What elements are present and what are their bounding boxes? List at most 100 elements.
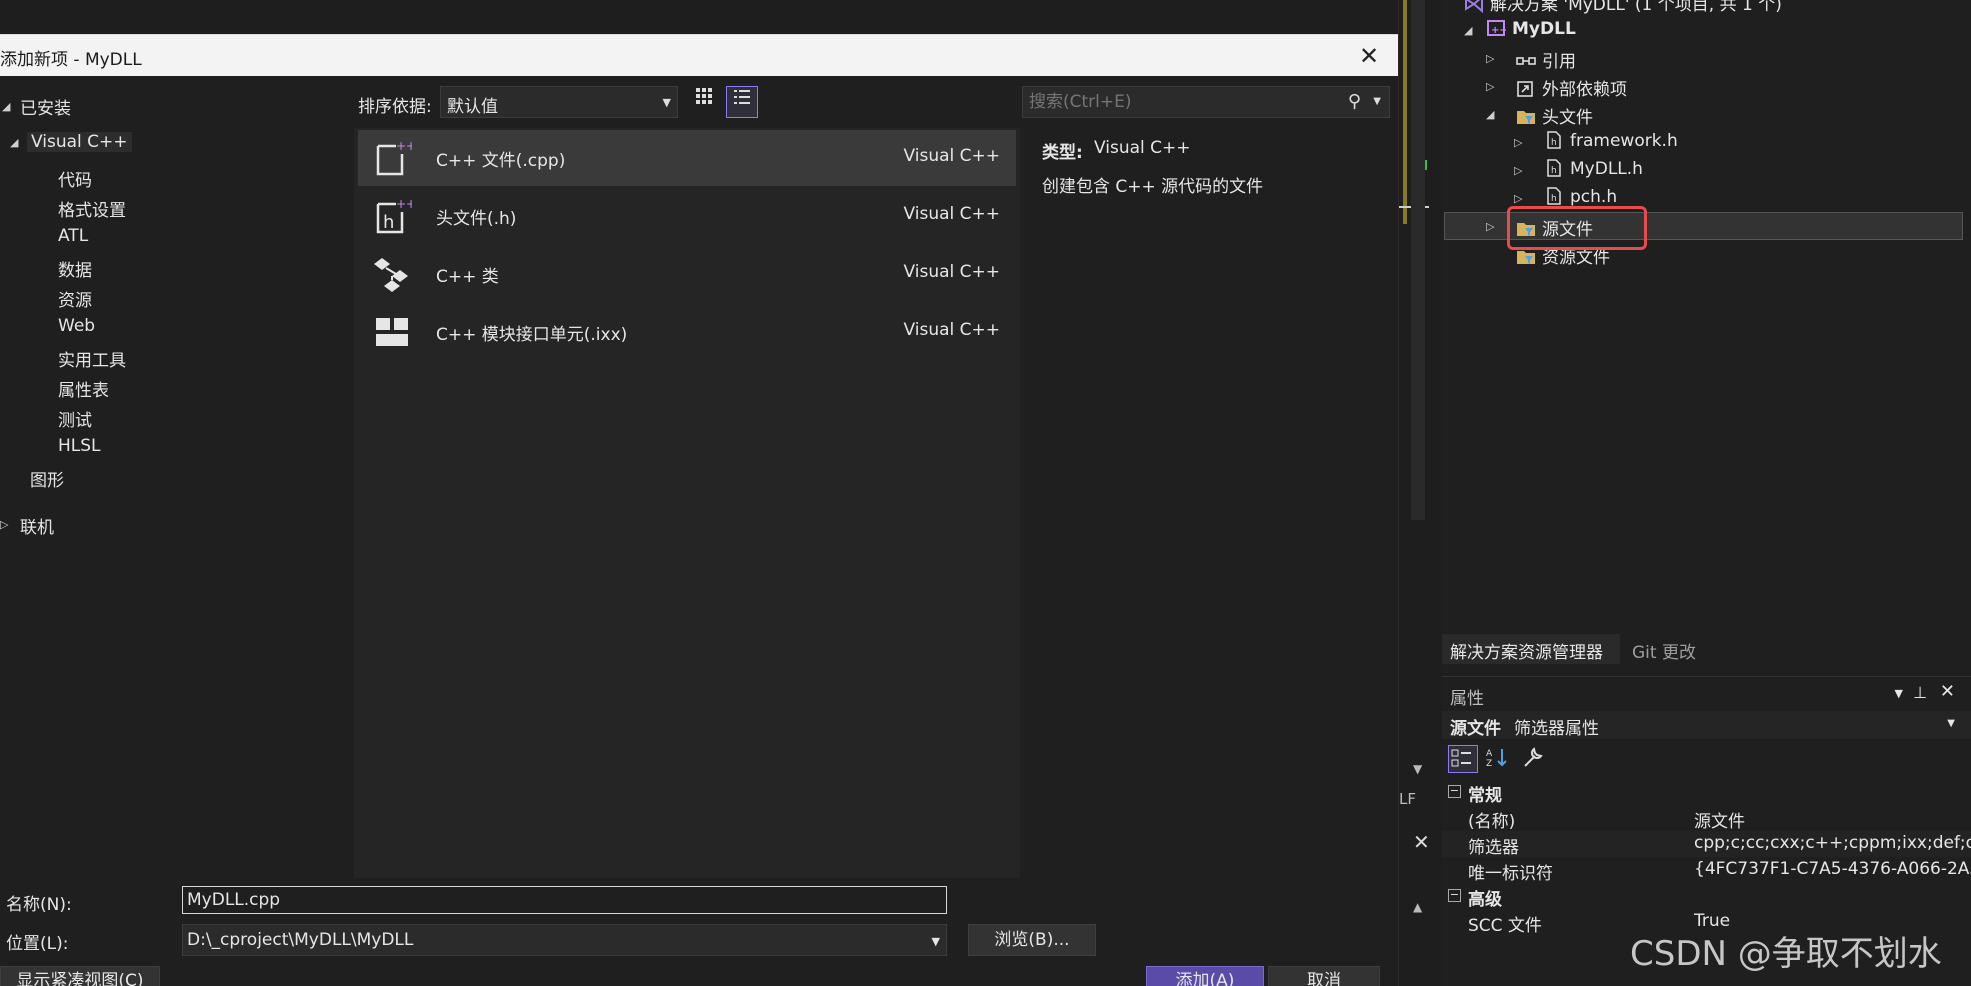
cpp-class-icon [374, 258, 408, 292]
sort-dropdown[interactable]: 默认值 ▼ [440, 86, 678, 118]
expanded-arrow-icon[interactable]: ◢ [2, 100, 10, 113]
category-general[interactable]: − 常规 [1442, 779, 1971, 806]
name-input[interactable] [182, 886, 947, 914]
properties-object-selector[interactable]: 源文件 筛选器属性 ▼ [1442, 711, 1971, 739]
tree-item-resource[interactable]: 资源 [58, 286, 92, 311]
editor-scrollbar[interactable] [1411, 0, 1425, 520]
solution-icon [1465, 0, 1483, 13]
filter-folder-icon [1517, 251, 1535, 264]
scroll-down-icon[interactable]: ▼ [1413, 762, 1422, 776]
tree-item-formatting[interactable]: 格式设置 [58, 196, 126, 221]
svg-text:++: ++ [1491, 25, 1506, 36]
tree-item-test[interactable]: 测试 [58, 406, 92, 431]
property-value[interactable]: cpp;c;cc;cxx;c++;cppm;ixx;def;odl;idl;hp… [1694, 833, 1971, 853]
editor-change-bar [1403, 0, 1407, 224]
search-input[interactable] [1029, 90, 1329, 114]
collapsed-arrow-icon[interactable]: ▷ [0, 518, 8, 531]
tree-item-data[interactable]: 数据 [58, 256, 92, 281]
expanded-arrow-icon[interactable]: ◢ [10, 136, 18, 149]
template-name: C++ 文件(.cpp) [436, 151, 566, 171]
mydll-h-node[interactable]: h MyDLL.h [1544, 159, 1643, 179]
template-name: 头文件(.h) [436, 209, 517, 229]
header-file-icon: h [1547, 159, 1561, 177]
property-row-name[interactable]: (名称) 源文件 [1442, 805, 1971, 832]
collapse-toggle-icon[interactable]: − [1448, 785, 1461, 798]
property-value[interactable]: {4FC737F1-C7A5-4376-A066-2A32D752A2FF} [1694, 859, 1971, 879]
pin-icon[interactable]: ⊥ [1913, 683, 1927, 702]
search-icon[interactable]: ⚲ [1348, 91, 1361, 112]
solution-node[interactable]: 解决方案 'MyDLL' (1 个项目, 共 1 个) [1464, 0, 1782, 15]
project-node[interactable]: ++ MyDLL [1486, 19, 1576, 39]
collapse-toggle-icon[interactable]: − [1448, 889, 1461, 902]
pch-h-node[interactable]: h pch.h [1544, 187, 1617, 207]
property-row-unique-id[interactable]: 唯一标识符 {4FC737F1-C7A5-4376-A066-2A32D752A… [1442, 857, 1971, 884]
header-files-node[interactable]: 头文件 [1516, 103, 1593, 128]
collapsed-arrow-icon[interactable]: ▷ [1514, 136, 1522, 149]
cancel-button[interactable]: 取消 [1268, 966, 1380, 986]
cpp-file-icon: ++ [376, 139, 412, 176]
tab-solution-explorer[interactable]: 解决方案资源管理器 [1450, 638, 1603, 663]
compact-view-button[interactable]: 显示紧凑视图(C) [0, 966, 160, 986]
grid-view-icon[interactable] [688, 86, 720, 118]
chevron-down-icon[interactable]: ▼ [1373, 96, 1381, 107]
mydll-h-label: MyDLL.h [1570, 159, 1643, 179]
template-item-cpp-class[interactable]: C++ 类 Visual C++ [358, 246, 1016, 302]
header-file-icon: h [1547, 131, 1561, 149]
references-icon [1516, 57, 1536, 65]
collapsed-arrow-icon[interactable]: ▷ [1486, 52, 1494, 65]
property-pages-icon[interactable] [1520, 745, 1550, 773]
template-item-header-file[interactable]: h ++ 头文件(.h) Visual C++ [358, 188, 1016, 244]
dialog-top-strip [0, 0, 1398, 34]
category-label: 高级 [1468, 890, 1502, 910]
framework-h-label: framework.h [1570, 131, 1678, 151]
references-node[interactable]: 引用 [1516, 47, 1576, 72]
add-new-item-dialog: 添加新项 - MyDLL ✕ ◢ 已安装 ◢ Visual C++ 代码 格式设… [0, 0, 1398, 986]
module-interface-icon [376, 318, 408, 346]
tree-item-installed[interactable]: 已安装 [20, 94, 71, 119]
tab-git-changes[interactable]: Git 更改 [1632, 638, 1696, 663]
template-language: Visual C++ [903, 204, 1000, 224]
close-icon[interactable]: ✕ [1354, 41, 1384, 71]
expanded-arrow-icon[interactable]: ◢ [1464, 24, 1472, 37]
tree-item-visual-cpp[interactable]: Visual C++ [27, 132, 132, 152]
framework-h-node[interactable]: h framework.h [1544, 131, 1678, 151]
chevron-down-icon[interactable]: ▼ [1895, 687, 1903, 700]
external-deps-node[interactable]: 外部依赖项 [1516, 75, 1627, 100]
svg-text:h: h [1551, 166, 1557, 176]
tree-item-web[interactable]: Web [58, 316, 95, 336]
property-value[interactable]: 源文件 [1694, 807, 1971, 832]
close-icon[interactable]: ✕ [1940, 681, 1955, 702]
tree-item-graphics[interactable]: 图形 [30, 466, 64, 491]
categorized-icon[interactable] [1448, 745, 1478, 773]
collapsed-arrow-icon[interactable]: ▷ [1514, 192, 1522, 205]
tree-item-utility[interactable]: 实用工具 [58, 346, 126, 371]
svg-text:h: h [383, 212, 394, 233]
details-type-label: 类型: [1042, 143, 1083, 163]
tree-item-hlsl[interactable]: HLSL [58, 436, 101, 456]
pch-h-label: pch.h [1570, 187, 1618, 207]
scroll-up-icon[interactable]: ▲ [1413, 900, 1422, 914]
resource-files-label: 资源文件 [1542, 248, 1610, 268]
alphabetical-icon[interactable]: AZ [1484, 745, 1514, 773]
tree-item-online[interactable]: 联机 [20, 513, 54, 538]
browse-button[interactable]: 浏览(B)... [968, 924, 1096, 956]
tree-item-code[interactable]: 代码 [58, 166, 92, 191]
template-item-cpp-file[interactable]: ++ C++ 文件(.cpp) Visual C++ [358, 130, 1016, 186]
collapsed-arrow-icon[interactable]: ▷ [1486, 220, 1494, 233]
close-icon[interactable]: ✕ [1413, 830, 1430, 854]
template-item-module-interface[interactable]: C++ 模块接口单元(.ixx) Visual C++ [358, 304, 1016, 360]
sort-label: 排序依据: [358, 97, 432, 117]
tree-item-atl[interactable]: ATL [58, 226, 88, 246]
tree-item-property-sheets[interactable]: 属性表 [58, 376, 109, 401]
svg-text:++: ++ [396, 139, 412, 153]
list-view-icon[interactable] [726, 86, 758, 118]
expanded-arrow-icon[interactable]: ◢ [1486, 108, 1494, 121]
add-button[interactable]: 添加(A) [1146, 966, 1264, 986]
line-ending-indicator[interactable]: LF [1399, 790, 1416, 808]
collapsed-arrow-icon[interactable]: ▷ [1514, 164, 1522, 177]
property-row-filter[interactable]: 筛选器 cpp;c;cc;cxx;c++;cppm;ixx;def;odl;id… [1442, 831, 1971, 858]
collapsed-arrow-icon[interactable]: ▷ [1486, 80, 1494, 93]
category-advanced[interactable]: − 高级 [1442, 883, 1971, 910]
filter-folder-icon [1517, 111, 1535, 124]
location-dropdown[interactable]: D:\_cproject\MyDLL\MyDLL ▼ [182, 924, 947, 956]
